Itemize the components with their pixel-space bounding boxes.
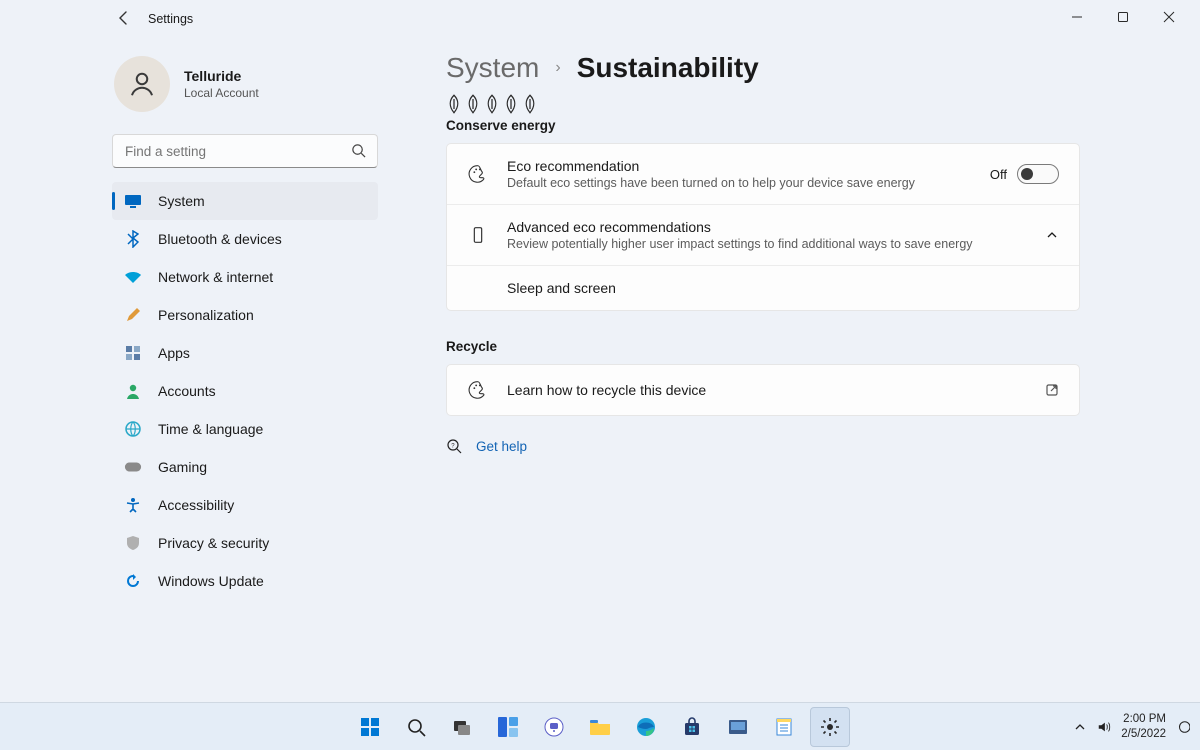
back-button[interactable] <box>116 10 132 29</box>
notifications-icon[interactable] <box>1176 720 1190 734</box>
recycle-learn-row[interactable]: Learn how to recycle this device <box>447 365 1079 415</box>
store-button[interactable] <box>672 707 712 747</box>
explorer-button[interactable] <box>580 707 620 747</box>
grid-icon <box>124 344 142 362</box>
sidebar-item-label: System <box>158 193 205 209</box>
update-icon <box>124 572 142 590</box>
profile-account-type: Local Account <box>184 86 259 100</box>
window-close-button[interactable] <box>1146 0 1192 34</box>
conserve-card-group: Eco recommendation Default eco settings … <box>446 143 1080 311</box>
row-title: Advanced eco recommendations <box>507 219 1027 235</box>
task-view-button[interactable] <box>442 707 482 747</box>
sidebar-item-label: Gaming <box>158 459 207 475</box>
conserve-heading: Conserve energy <box>446 118 1080 133</box>
system-tray[interactable]: 2:00 PM 2/5/2022 <box>1073 712 1190 741</box>
help-icon: ? <box>446 438 462 454</box>
start-button[interactable] <box>350 707 390 747</box>
breadcrumb: System › Sustainability <box>446 52 1080 84</box>
eco-recommendation-row[interactable]: Eco recommendation Default eco settings … <box>447 144 1079 205</box>
tray-chevron-up-icon[interactable] <box>1073 720 1087 734</box>
window-minimize-button[interactable] <box>1054 0 1100 34</box>
sidebar-item-gaming[interactable]: Gaming <box>112 448 378 486</box>
page-title: Sustainability <box>577 52 759 84</box>
leaf-icons-row <box>446 94 1080 114</box>
tray-time: 2:00 PM <box>1121 712 1166 726</box>
row-desc: Review potentially higher user impact se… <box>507 237 977 251</box>
row-desc: Default eco settings have been turned on… <box>507 176 972 190</box>
shield-icon <box>124 534 142 552</box>
taskbar-app-1[interactable] <box>718 707 758 747</box>
svg-text:?: ? <box>451 443 455 449</box>
window-maximize-button[interactable] <box>1100 0 1146 34</box>
row-title: Eco recommendation <box>507 158 972 174</box>
sidebar-item-label: Personalization <box>158 307 254 323</box>
profile-block[interactable]: Telluride Local Account <box>112 54 382 130</box>
monitor-icon <box>124 192 142 210</box>
sidebar-item-label: Privacy & security <box>158 535 269 551</box>
sidebar-item-label: Accounts <box>158 383 216 399</box>
widgets-button[interactable] <box>488 707 528 747</box>
search-icon <box>351 143 366 163</box>
sidebar-item-network-internet[interactable]: Network & internet <box>112 258 378 296</box>
sidebar-item-time-language[interactable]: Time & language <box>112 410 378 448</box>
wifi-icon <box>124 268 142 286</box>
pencil-icon <box>124 306 142 324</box>
sidebar-item-label: Time & language <box>158 421 263 437</box>
profile-username: Telluride <box>184 68 259 84</box>
sidebar-item-label: Windows Update <box>158 573 264 589</box>
get-help-link[interactable]: Get help <box>476 439 527 454</box>
bluetooth-icon <box>124 230 142 248</box>
taskbar-search-button[interactable] <box>396 707 436 747</box>
sidebar-item-bluetooth-devices[interactable]: Bluetooth & devices <box>112 220 378 258</box>
app-title: Settings <box>148 12 193 26</box>
toggle-state-label: Off <box>990 167 1007 182</box>
chat-button[interactable] <box>534 707 574 747</box>
sidebar-item-system[interactable]: System <box>112 182 378 220</box>
sidebar: Telluride Local Account System Bluetooth … <box>112 34 382 702</box>
device-icon <box>467 224 489 246</box>
accessibility-icon <box>124 496 142 514</box>
sidebar-item-accounts[interactable]: Accounts <box>112 372 378 410</box>
sidebar-item-personalization[interactable]: Personalization <box>112 296 378 334</box>
settings-taskbar-button[interactable] <box>810 707 850 747</box>
globe-icon <box>124 420 142 438</box>
title-bar: Settings <box>0 0 1200 34</box>
recycle-heading: Recycle <box>446 339 1080 354</box>
eco-toggle[interactable] <box>1017 164 1059 184</box>
sleep-screen-row[interactable]: Sleep and screen <box>447 266 1079 310</box>
sidebar-item-windows-update[interactable]: Windows Update <box>112 562 378 600</box>
sidebar-item-label: Bluetooth & devices <box>158 231 282 247</box>
taskbar-app-2[interactable] <box>764 707 804 747</box>
expand-chevron[interactable] <box>1045 228 1059 242</box>
search-container <box>112 134 378 168</box>
row-title: Sleep and screen <box>507 280 1059 296</box>
chevron-right-icon: › <box>555 59 560 77</box>
breadcrumb-parent[interactable]: System <box>446 52 539 84</box>
sidebar-item-label: Apps <box>158 345 190 361</box>
search-input[interactable] <box>112 134 378 168</box>
sidebar-item-label: Network & internet <box>158 269 273 285</box>
sidebar-item-label: Accessibility <box>158 497 234 513</box>
edge-button[interactable] <box>626 707 666 747</box>
volume-icon[interactable] <box>1097 720 1111 734</box>
sidebar-item-apps[interactable]: Apps <box>112 334 378 372</box>
palette-icon <box>467 379 489 401</box>
open-external-icon <box>1045 383 1059 397</box>
main-content: System › Sustainability Conserve energy … <box>382 34 1200 702</box>
taskbar: 2:00 PM 2/5/2022 <box>0 702 1200 750</box>
sidebar-item-accessibility[interactable]: Accessibility <box>112 486 378 524</box>
avatar <box>114 56 170 112</box>
advanced-eco-row[interactable]: Advanced eco recommendations Review pote… <box>447 205 1079 266</box>
sidebar-nav: System Bluetooth & devices Network & inter… <box>112 182 378 600</box>
tray-date: 2/5/2022 <box>1121 727 1166 741</box>
gamepad-icon <box>124 458 142 476</box>
sidebar-item-privacy-security[interactable]: Privacy & security <box>112 524 378 562</box>
person-icon <box>124 382 142 400</box>
palette-icon <box>467 163 489 185</box>
row-title: Learn how to recycle this device <box>507 382 1027 398</box>
get-help-row[interactable]: ? Get help <box>446 438 1080 454</box>
tray-clock[interactable]: 2:00 PM 2/5/2022 <box>1121 712 1166 741</box>
